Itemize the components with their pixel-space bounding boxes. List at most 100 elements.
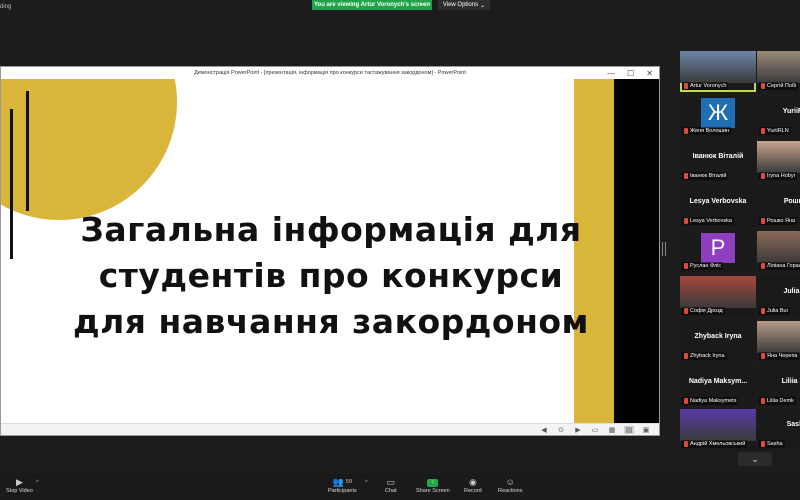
mic-muted-icon [761,398,765,404]
ppt-status-bar: ◀ ⊙ ▶ ▭ ▦ ▤ ▣ [1,423,659,435]
participant-tile[interactable]: Софія Дрозд [680,276,756,317]
participant-name: Ліліана Гораль [767,263,800,269]
slide-decor-line [10,109,13,259]
chat-button[interactable]: ▭ Chat [385,476,397,495]
participant-tile[interactable]: Iryna Hobyr [757,141,800,182]
reading-view-icon[interactable]: ▤ [624,425,634,434]
participant-name-label: Іванюк Віталій [682,172,729,180]
normal-view-icon[interactable]: ▭ [590,426,600,434]
participant-name-label: Руслан Фліс [682,262,724,270]
participant-display-name: Іванюк Віталій [692,153,744,160]
participant-tile[interactable]: Ж Женя Волошин [680,96,756,137]
participant-name: Руслан Фліс [690,263,722,269]
participant-tile[interactable]: Рошко Рошко Яна [757,186,800,227]
slide-sorter-icon[interactable]: ▦ [607,426,617,434]
reactions-label: Reactions [498,488,523,494]
close-icon[interactable]: ✕ [646,69,653,78]
stop-video-button[interactable]: ▶ Stop Video [6,476,33,495]
participant-tile[interactable]: YuriiRL YuriiRLN [757,96,800,137]
slide[interactable]: Загальна інформація для студентів про ко… [1,79,614,423]
viewing-screen-banner: You are viewing Artur Voronych's screen [312,0,432,10]
mic-muted-icon [761,353,765,359]
mic-muted-icon [761,263,765,269]
participant-video [757,51,800,83]
record-icon: ◉ [468,476,477,487]
participant-tile[interactable]: Яна Черепа [757,321,800,362]
participant-name: Сергій Побі [767,83,797,89]
participant-tile[interactable]: Liliia De Liliia Demk [757,366,800,407]
previous-slide-icon[interactable]: ◀ [539,426,549,434]
menu-icon[interactable]: ⊙ [556,426,566,434]
view-options-button[interactable]: View Options ⌄ [438,0,490,10]
participant-name: Софія Дрозд [690,308,723,314]
participant-name: Андрій Хмельовський [690,441,746,447]
view-options-label: View Options [442,2,479,8]
participant-name-label: Sasha [759,440,785,448]
gallery-next-page-button[interactable]: ⌄ [738,452,772,466]
participant-tile[interactable]: Ліліана Гораль [757,231,800,272]
participant-tile[interactable]: Artur Voronych [680,51,756,92]
reactions-icon: ☺ [505,477,515,487]
participant-tile[interactable]: Zhyback Iryna Zhyback Iryna [680,321,756,362]
participant-display-name: Julia B [783,288,800,295]
gallery-resize-handle[interactable] [662,242,666,256]
participant-name-label: Lesya Verbovska [682,217,734,225]
participant-name: Artur Voronych [690,83,727,89]
meeting-toolbar: ▶ Stop Video ^ 👥 59 Participants ^ ▭ Cha… [0,474,800,500]
participant-tile[interactable]: Nadiya Maksym... Nadiya Maksymets [680,366,756,407]
reactions-button[interactable]: ☺ Reactions [498,476,522,494]
participant-video [757,321,800,353]
participants-icon: 👥 59 [332,476,353,487]
participant-name: Nadiya Maksymets [690,398,737,404]
participants-options-caret[interactable]: ^ [365,480,368,486]
participant-name: Іванюк Віталій [690,173,727,179]
participant-tile[interactable]: Lesya Verbovska Lesya Verbovska [680,186,756,227]
participant-name-label: Женя Волошин [682,127,732,135]
participant-name-label: Zhyback Iryna [682,352,727,360]
share-screen-label: Share Screen [416,488,450,494]
participant-display-name: YuriiRL [782,108,800,115]
participant-display-name: Sash [786,421,800,428]
chat-icon: ▭ [386,476,396,487]
participant-tile[interactable]: Сергій Побі [757,51,800,92]
share-screen-icon: ↑ [427,479,439,487]
chat-label: Chat [385,488,397,494]
participant-name: YuriiRLN [767,128,789,134]
participants-button[interactable]: 👥 59 Participants [328,476,357,495]
maximize-icon[interactable]: ☐ [627,69,634,78]
slide-decor-line [26,91,29,211]
stop-video-label: Stop Video [6,488,33,494]
mic-muted-icon [684,83,688,89]
mic-muted-icon [761,173,765,179]
participant-display-name: Zhyback Iryna [694,333,742,340]
participant-name-label: Софія Дрозд [682,307,725,315]
record-button[interactable]: ◉ Record [464,476,482,495]
mic-muted-icon [761,308,765,314]
participant-name: Sasha [767,441,783,447]
participant-tile[interactable]: Julia B Julia Bui [757,276,800,317]
mic-muted-icon [684,263,688,269]
video-options-caret[interactable]: ^ [36,480,39,486]
share-screen-button[interactable]: ↑ Share Screen [416,476,450,494]
participant-tile[interactable]: Sash Sasha [757,409,800,450]
participant-tile[interactable]: Іванюк Віталій Іванюк Віталій [680,141,756,182]
powerpoint-window: Демонстрація PowerPoint - [презентація, … [0,66,660,436]
participant-name-label: Artur Voronych [682,82,729,90]
slideshow-icon[interactable]: ▣ [641,426,651,434]
participant-tile[interactable]: P Руслан Фліс [680,231,756,272]
participant-video [680,409,756,441]
participant-name-label: Nadiya Maksymets [682,397,739,405]
participant-video [757,231,800,263]
next-slide-icon[interactable]: ▶ [573,426,583,434]
minimize-icon[interactable]: — [607,69,615,78]
participant-tile[interactable]: Андрій Хмельовський [680,409,756,450]
participants-count: 59 [345,479,353,485]
participant-name: Lesya Verbovska [690,218,732,224]
participant-name: Liliia Demk [767,398,794,404]
participant-name-label: Ліліана Гораль [759,262,800,270]
mic-muted-icon [684,218,688,224]
participant-display-name: Liliia De [781,378,800,385]
video-camera-icon: ▶ [15,476,23,487]
participant-name-label: Рошко Яна [759,217,798,225]
record-label: Record [464,488,482,494]
